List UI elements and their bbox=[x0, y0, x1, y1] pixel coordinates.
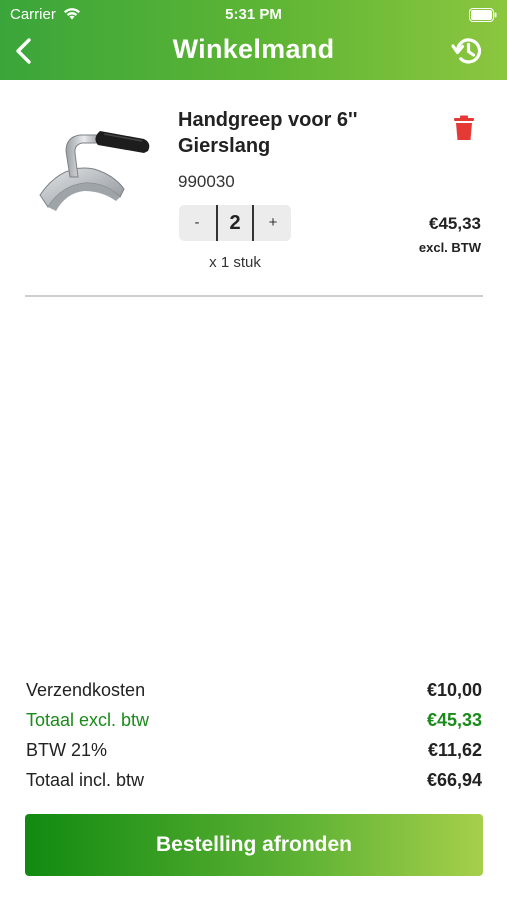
summary-value: €10,00 bbox=[426, 680, 482, 700]
product-name[interactable]: Handgreep voor 6'' Gierslang bbox=[178, 107, 418, 159]
price-vat-note: excl. BTW bbox=[418, 240, 481, 255]
divider bbox=[25, 295, 483, 297]
summary-row-total-incl: Totaal incl. btw €66,94 bbox=[26, 768, 482, 798]
unit-label: x 1 stuk bbox=[209, 254, 261, 271]
clock: 5:31 PM bbox=[225, 6, 282, 23]
summary-row-vat: BTW 21% €11,62 bbox=[26, 738, 482, 768]
checkout-button[interactable]: Bestelling afronden bbox=[25, 814, 483, 876]
product-image bbox=[39, 131, 150, 211]
item-price: €45,33 bbox=[429, 214, 481, 233]
battery-icon bbox=[469, 8, 497, 22]
summary-value: €11,62 bbox=[427, 740, 482, 760]
header-bar: Carrier 5:31 PM Winkelmand bbox=[0, 0, 507, 80]
summary-label: Totaal excl. btw bbox=[26, 710, 150, 730]
status-bar: Carrier 5:31 PM bbox=[0, 5, 507, 25]
page-title: Winkelmand bbox=[172, 34, 335, 64]
summary-value: €45,33 bbox=[426, 710, 482, 730]
order-summary: Verzendkosten €10,00 Totaal excl. btw €4… bbox=[26, 678, 482, 798]
summary-label: Totaal incl. btw bbox=[26, 770, 145, 790]
summary-label: Verzendkosten bbox=[26, 680, 146, 700]
increase-quantity-button[interactable]: + bbox=[255, 205, 291, 241]
summary-row-total-excl: Totaal excl. btw €45,33 bbox=[26, 708, 482, 738]
product-sku: 990030 bbox=[178, 172, 235, 191]
quantity-value: 2 bbox=[216, 205, 254, 241]
summary-row-shipping: Verzendkosten €10,00 bbox=[26, 678, 482, 708]
quantity-stepper: - 2 + bbox=[179, 205, 291, 241]
summary-label: BTW 21% bbox=[26, 740, 108, 760]
trash-icon[interactable] bbox=[453, 115, 475, 141]
decrease-quantity-button[interactable]: - bbox=[179, 205, 215, 241]
cart-item: Handgreep voor 6'' Gierslang 990030 - 2 … bbox=[0, 80, 507, 296]
navigation-bar: Winkelmand bbox=[0, 28, 507, 72]
summary-value: €66,94 bbox=[426, 770, 482, 790]
history-icon[interactable] bbox=[451, 34, 485, 68]
